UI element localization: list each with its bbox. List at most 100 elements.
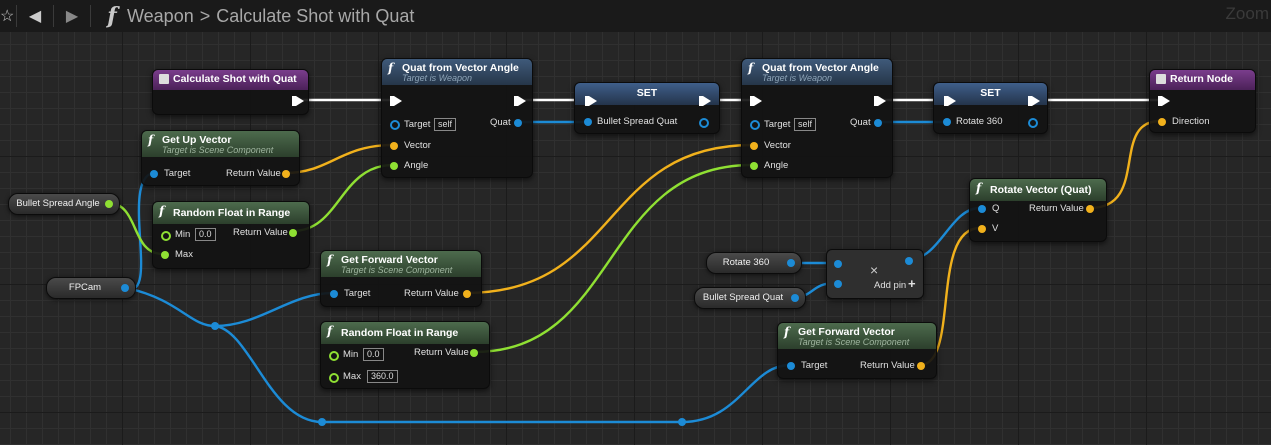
node-title: Rotate Vector (Quat) <box>990 184 1092 196</box>
angle-in-pin[interactable] <box>750 162 758 170</box>
max-in-pin[interactable] <box>161 251 169 259</box>
direction-in-pin[interactable] <box>1158 118 1166 126</box>
variable-out-pin[interactable] <box>791 294 799 302</box>
exec-in-pin[interactable] <box>585 96 597 106</box>
bullet-spread-quat-in-pin[interactable] <box>584 118 592 126</box>
q-in-pin[interactable] <box>978 205 986 213</box>
exec-in-pin[interactable] <box>390 96 402 106</box>
function-entry-node[interactable]: Calculate Shot with Quat <box>152 69 309 115</box>
exec-in-pin[interactable] <box>1158 96 1170 106</box>
set-out-pin[interactable] <box>1028 118 1038 128</box>
exec-out-pin[interactable] <box>699 96 711 106</box>
v-in-pin[interactable] <box>978 225 986 233</box>
plus-icon[interactable]: + <box>908 277 916 290</box>
pin-label: Vector <box>764 140 791 151</box>
toolbar-divider <box>16 5 17 27</box>
angle-in-pin[interactable] <box>390 162 398 170</box>
set-bullet-spread-quat-node[interactable]: SET Bullet Spread Quat <box>574 82 720 134</box>
exec-out-pin[interactable] <box>292 96 304 106</box>
fpcam-variable[interactable]: FPCam <box>46 277 136 299</box>
variable-out-pin[interactable] <box>787 259 795 267</box>
quat-from-vector-angle-node[interactable]: f Quat from Vector Angle Target is Weapo… <box>741 58 893 178</box>
node-header: f Random Float in Range <box>153 202 309 224</box>
rotate-360-in-pin[interactable] <box>943 118 951 126</box>
exec-out-pin[interactable] <box>874 96 886 106</box>
pin-label: Angle <box>404 160 429 171</box>
pin-label: Max <box>343 371 361 382</box>
vector-in-pin[interactable] <box>390 142 398 150</box>
breadcrumb-function: Calculate Shot with Quat <box>216 5 415 26</box>
bullet-spread-angle-variable[interactable]: Bullet Spread Angle <box>8 193 120 215</box>
node-subtitle: Target is Weapon <box>762 73 833 83</box>
b-in-pin[interactable] <box>834 280 842 288</box>
pin-label: Min <box>343 349 359 360</box>
pin-label: Max <box>175 249 193 260</box>
set-rotate-360-node[interactable]: SET Rotate 360 <box>933 82 1048 134</box>
return-node[interactable]: Return Node Direction <box>1149 69 1256 133</box>
pin-label: Return Value <box>414 347 469 358</box>
breadcrumb-blueprint[interactable]: Weapon <box>127 6 194 27</box>
function-entry-icon <box>159 74 169 84</box>
return-value-out-pin[interactable] <box>282 170 290 178</box>
pin-label: Rotate 360 <box>956 116 1003 127</box>
max-value-input[interactable]: 360.0 <box>367 370 398 383</box>
get-forward-vector-node[interactable]: f Get Forward Vector Target is Scene Com… <box>320 250 482 307</box>
node-subtitle: Target is Scene Component <box>162 145 274 155</box>
toolbar-divider <box>53 5 54 27</box>
min-in-pin[interactable] <box>329 351 339 361</box>
return-value-out-pin[interactable] <box>917 362 925 370</box>
random-float-in-range-node[interactable]: f Random Float in Range Min 0.0 Return V… <box>152 201 310 269</box>
function-icon: f <box>784 325 790 339</box>
return-value-out-pin[interactable] <box>463 290 471 298</box>
a-in-pin[interactable] <box>834 260 842 268</box>
get-forward-vector-node[interactable]: f Get Forward Vector Target is Scene Com… <box>777 322 937 379</box>
return-value-out-pin[interactable] <box>470 349 478 357</box>
min-value-input[interactable]: 0.0 <box>363 348 384 361</box>
pin-label: Target <box>344 288 371 299</box>
zoom-label: Zoom <box>1225 4 1269 23</box>
target-in-pin[interactable] <box>390 120 400 130</box>
node-header: f Rotate Vector (Quat) <box>970 179 1106 201</box>
exec-out-pin[interactable] <box>514 96 526 106</box>
rotate-360-variable[interactable]: Rotate 360 <box>706 252 802 274</box>
exec-in-pin[interactable] <box>750 96 762 106</box>
node-header: f Get Up Vector Target is Scene Componen… <box>142 131 299 157</box>
forward-arrow-icon[interactable]: ▶ <box>60 6 84 26</box>
quat-out-pin[interactable] <box>874 119 882 127</box>
function-icon: f <box>976 181 982 195</box>
exec-out-pin[interactable] <box>1028 96 1040 106</box>
return-value-out-pin[interactable] <box>289 229 297 237</box>
node-subtitle: Target is Weapon <box>402 73 473 83</box>
rotate-vector-quat-node[interactable]: f Rotate Vector (Quat) Q Return Value V <box>969 178 1107 242</box>
result-out-pin[interactable] <box>905 257 913 265</box>
return-value-out-pin[interactable] <box>1086 205 1094 213</box>
node-header: f Quat from Vector Angle Target is Weapo… <box>742 59 892 85</box>
target-in-pin[interactable] <box>330 290 338 298</box>
max-in-pin[interactable] <box>329 373 339 383</box>
vector-in-pin[interactable] <box>750 142 758 150</box>
exec-in-pin[interactable] <box>944 96 956 106</box>
add-pin-button[interactable]: Add pin <box>874 280 906 292</box>
variable-label: Bullet Spread Quat <box>702 292 784 303</box>
node-header: f Get Forward Vector Target is Scene Com… <box>321 251 481 277</box>
min-in-pin[interactable] <box>161 231 171 241</box>
set-out-pin[interactable] <box>699 118 709 128</box>
star-icon[interactable]: ☆ <box>0 6 14 26</box>
function-icon: f <box>327 324 333 338</box>
quat-from-vector-angle-node[interactable]: f Quat from Vector Angle Target is Weapo… <box>381 58 533 178</box>
variable-out-pin[interactable] <box>105 200 113 208</box>
bullet-spread-quat-variable[interactable]: Bullet Spread Quat <box>694 287 806 309</box>
target-in-pin[interactable] <box>750 120 760 130</box>
variable-out-pin[interactable] <box>121 284 129 292</box>
target-in-pin[interactable] <box>150 170 158 178</box>
min-value-input[interactable]: 0.0 <box>195 228 216 241</box>
random-float-in-range-node[interactable]: f Random Float in Range Min 0.0 Return V… <box>320 321 490 389</box>
quat-out-pin[interactable] <box>514 119 522 127</box>
target-in-pin[interactable] <box>787 362 795 370</box>
target-self-value: self <box>434 118 457 131</box>
pin-label: Quat <box>850 117 871 128</box>
get-up-vector-node[interactable]: f Get Up Vector Target is Scene Componen… <box>141 130 300 186</box>
function-icon: f <box>159 204 165 218</box>
multiply-quat-node[interactable]: × Add pin + <box>826 249 924 299</box>
back-arrow-icon[interactable]: ◀ <box>23 6 47 26</box>
